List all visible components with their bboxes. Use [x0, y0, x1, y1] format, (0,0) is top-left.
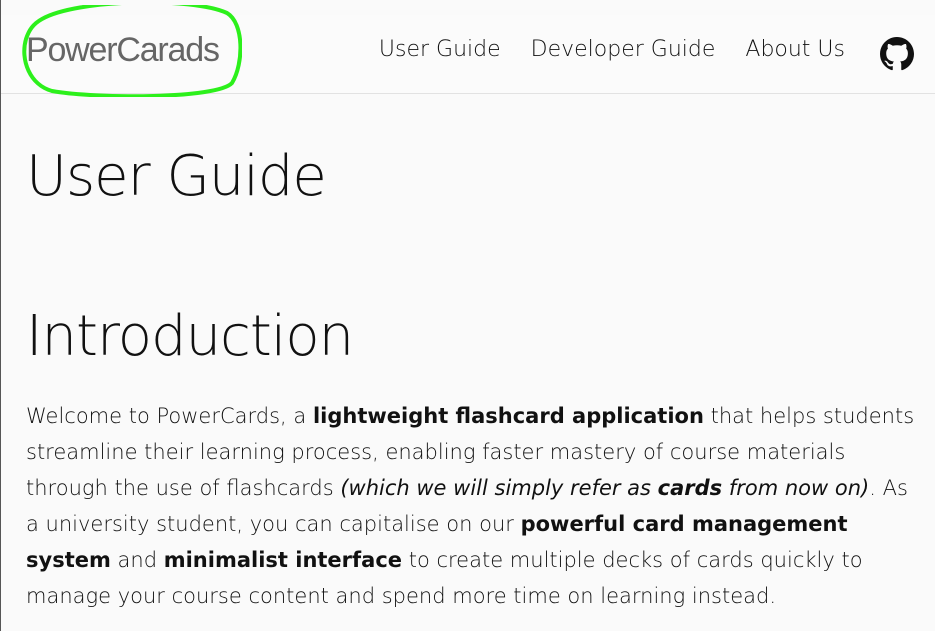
intro-text: and: [110, 548, 164, 572]
section-title-introduction: Introduction: [26, 304, 354, 369]
intro-italic-text: (which we will simply refer as: [340, 476, 658, 500]
nav-link-user-guide[interactable]: User Guide: [379, 37, 501, 62]
top-navbar: PowerCarads User Guide Developer Guide A…: [1, 5, 935, 97]
intro-paragraph: Welcome to PowerCards, a lightweight fla…: [26, 398, 916, 614]
intro-text: Welcome to PowerCards, a: [26, 404, 313, 428]
intro-bold-text: lightweight flashcard application: [312, 404, 704, 428]
nav-links: User Guide Developer Guide About Us: [379, 37, 845, 62]
intro-italic-bold-text: cards: [657, 476, 723, 500]
page: PowerCarads User Guide Developer Guide A…: [0, 0, 935, 631]
highlight-circle-annotation: [22, 5, 242, 97]
intro-bold-text: minimalist interface: [163, 548, 403, 572]
nav-link-about-us[interactable]: About Us: [745, 37, 845, 62]
intro-italic-text: from now on): [722, 476, 870, 500]
page-title: User Guide: [26, 144, 327, 209]
github-icon[interactable]: [880, 37, 914, 71]
nav-link-developer-guide[interactable]: Developer Guide: [531, 37, 716, 62]
